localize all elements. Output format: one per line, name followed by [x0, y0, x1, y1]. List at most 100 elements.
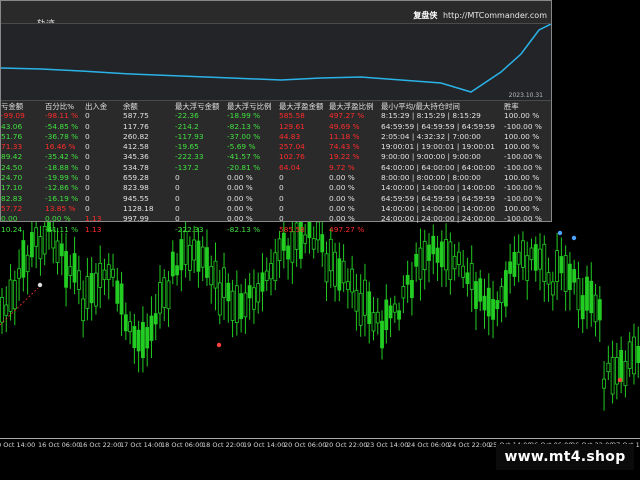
candle-body — [324, 253, 329, 283]
candle-body — [187, 244, 192, 271]
stats-cell: 0 — [85, 183, 90, 193]
candle-body — [435, 247, 440, 263]
stats-cell: 0 — [85, 111, 90, 121]
candle-body — [333, 251, 337, 287]
time-tick-label: 20 Oct 06:00 — [284, 441, 327, 449]
stats-cell: 0 — [85, 162, 90, 172]
candle-body — [119, 283, 124, 315]
equity-curve-svg — [0, 23, 552, 93]
candle-body — [585, 276, 589, 311]
candle-body — [205, 247, 209, 278]
stats-cell: -18.99 % — [227, 111, 261, 121]
stats-row: 43.06 -54.85 % 0 117.76 -214.2 -82.13 % 129.61… — [1, 122, 551, 132]
stats-cell: 0 — [85, 173, 90, 183]
candle-body — [209, 266, 214, 286]
stats-cell: 260.82 — [123, 131, 149, 141]
stats-cell: -5.69 % — [227, 142, 256, 152]
stats-cell: -22.36 — [175, 111, 199, 121]
stats-row: 17.10 -12.86 % 0 823.98 0 0.00 % 0 0.00 % 14:00:… — [1, 183, 551, 193]
stats-cell: -16.19 % — [45, 193, 79, 203]
stats-cell: -36.78 % — [45, 131, 79, 141]
equity-curve-chart: 2023.10.31 — [0, 23, 552, 101]
candle-body — [234, 285, 239, 324]
stats-cell: 0.00 % — [329, 214, 355, 224]
candle-body — [367, 291, 372, 324]
candle-body — [392, 303, 397, 313]
stats-cell: 14:00:00 | 14:00:00 | 14:00:00 — [381, 183, 495, 193]
candle-body — [98, 262, 103, 288]
candle-body — [478, 278, 483, 302]
watermark: www.mt4.shop — [496, 444, 634, 470]
stats-cell: -100.00 % — [504, 214, 542, 224]
stats-cell: 44.83 — [279, 131, 301, 141]
stats-cell: 9:00:00 | 9:00:00 | 9:00:00 — [381, 152, 481, 162]
stats-cell: 0.00 % — [227, 173, 253, 183]
candle-body — [94, 272, 98, 307]
candle-body — [521, 240, 525, 268]
candle-body — [230, 290, 235, 321]
candle-body — [217, 282, 222, 316]
candle-body — [273, 252, 278, 282]
candle-body — [401, 286, 406, 299]
stats-cell: 43.06 — [1, 121, 23, 131]
brand-name: 复盘侠 — [413, 11, 438, 20]
candle-body — [320, 234, 325, 253]
stats-cell: -19.99 % — [45, 173, 79, 183]
candle-body — [106, 264, 111, 280]
candle-body — [55, 240, 60, 263]
candle-body — [260, 272, 265, 292]
stats-cell: -117.93 — [175, 131, 204, 141]
time-tick-label: 18 Oct 22:00 — [202, 441, 245, 449]
stats-cell: 0 — [175, 203, 180, 213]
candle-body — [264, 270, 269, 281]
stats-cell: -20.81 % — [227, 162, 261, 172]
candle-body — [529, 247, 534, 261]
stats-row: 24.70 -19.99 % 0 659.28 0 0.00 % 0 0.00 % 8:00:0… — [1, 173, 551, 183]
candle-body — [606, 362, 611, 373]
candle-body — [213, 260, 218, 289]
candle-body — [132, 326, 137, 349]
stats-row: 71.33 16.46 % 0 412.58 -19.65 -5.69 % 257.04 74… — [1, 142, 551, 152]
candle-body — [89, 273, 94, 304]
candle-body — [636, 345, 640, 364]
candle-body — [200, 246, 205, 268]
candle-body — [516, 251, 521, 265]
mini-chart-date: 2023.10.31 — [508, 92, 543, 99]
candle-body — [239, 293, 244, 320]
stats-cell: 100.00 % — [504, 203, 540, 213]
stats-cell: -214.2 — [175, 121, 199, 131]
stats-cell: 71.33 — [1, 142, 23, 152]
stats-cell: 64:00:00 | 64:00:00 | 64:00:00 — [381, 162, 495, 172]
stats-cell: 24.70 — [1, 173, 23, 183]
brand-url[interactable]: http://MTCommander.com — [443, 11, 547, 20]
stats-cell: 2:05:04 | 4:32:32 | 7:00:00 — [381, 131, 481, 141]
stats-cell: 10.24 — [1, 224, 23, 234]
stats-cell: 0 — [85, 121, 90, 131]
stats-cell: 100.00 % — [504, 111, 540, 121]
candle-body — [568, 263, 572, 290]
stats-cell: -100.00 % — [504, 183, 542, 193]
stats-cell: 64:59:59 | 64:59:59 | 64:59:59 — [381, 121, 495, 131]
stats-table: 亏金额 百分比% 出入金 余额 最大浮亏金额 最大浮亏比例 最大浮盈金额 最大浮盈比例 最小/平… — [1, 101, 551, 235]
stats-cell: 11.18 % — [329, 131, 360, 141]
stats-cell: -41.11 % — [45, 224, 79, 234]
stats-cell: 129.61 — [279, 121, 305, 131]
candle-body — [559, 256, 564, 274]
candle-body — [597, 299, 602, 321]
stats-cell: 1128.18 — [123, 203, 154, 213]
stats-cell: -41.57 % — [227, 152, 261, 162]
candle-body — [602, 378, 606, 389]
stats-cell: 0.00 % — [329, 173, 355, 183]
stats-cell: 14:00:00 | 14:00:00 | 14:00:00 — [381, 203, 495, 213]
stats-cell: 0.00 — [1, 214, 18, 224]
time-tick-label: 17 Oct 14:00 — [120, 441, 163, 449]
candle-body — [525, 255, 530, 281]
stats-cell: 0 — [175, 183, 180, 193]
candle-body — [495, 300, 500, 310]
candle-body — [388, 305, 393, 319]
stats-cell: 0.00 % — [329, 203, 355, 213]
stats-cell: 24.50 — [1, 162, 23, 172]
candle-body — [427, 244, 431, 261]
candle-body — [226, 282, 231, 302]
stats-cell: -35.42 % — [45, 152, 79, 162]
